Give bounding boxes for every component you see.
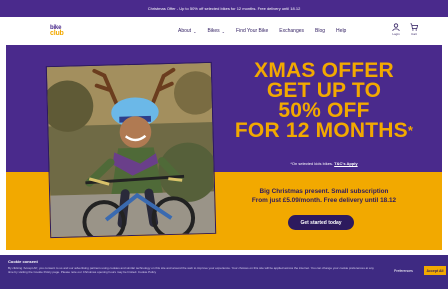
bike-club-logo[interactable]: bike club [50,25,72,38]
get-started-button[interactable]: Get started today [288,215,354,230]
headline-line-2: GET UP TO [266,79,382,102]
nav-item-label: Find Your Bike [236,28,269,34]
subheading-line-1: Big Christmas present. Small subscriptio… [259,188,389,195]
chevron-down-icon: ⌄ [221,28,226,34]
nav-item-about[interactable]: About ⌄ [178,28,196,34]
accept-cookies-button[interactable]: Accept All [424,266,446,275]
cookie-title: Cookie consent [8,259,38,264]
fine-print-text: *On selected kids bikes. [290,161,334,166]
headline-line-4-text: FOR 12 MONTHS [234,119,408,142]
headline-asterisk: * [407,123,414,138]
user-icon [392,23,400,31]
subheading-line-2: From just £5.09/month. Free delivery unt… [251,197,397,204]
nav-item-label: Blog [315,28,326,34]
nav-item-bikes[interactable]: Bikes ⌄ [207,28,225,34]
offer-fine-print: *On selected kids bikes. T&C's Apply [228,161,420,166]
nav-item-exchanges[interactable]: Exchanges [279,28,304,34]
cookie-text: By clicking 'Accept All', you consent to… [8,266,374,274]
hero-subheading: Big Christmas present. Small subscriptio… [228,187,420,205]
main-navigation: bike club About ⌄ Bikes ⌄ Find Your Bike… [0,17,448,45]
nav-item-label: About [178,28,192,34]
nav-item-help[interactable]: Help [336,28,346,34]
nav-item-label: Exchanges [279,28,305,34]
headline-line-4: FOR 12 MONTHS* [228,119,420,142]
headline-line-1: XMAS OFFER [254,59,394,82]
child-on-bike-photo [45,61,217,239]
nav-item-label: Bikes [207,28,220,34]
nav-item-label: Help [336,28,347,34]
nav-item-find-your-bike[interactable]: Find Your Bike [236,28,268,34]
cart-label: Cart [411,32,417,36]
login-label: Login [392,32,400,36]
account-icons: Login Cart [392,23,418,36]
nav-item-blog[interactable]: Blog [315,28,325,34]
photo-illustration [46,62,216,238]
announcement-text: Christmas Offer - Up to 50% off selected… [147,6,301,11]
login-button[interactable]: Login [392,23,400,36]
cookie-preferences-button[interactable]: Preferences [394,269,413,273]
headline-line-3: 50% OFF [278,99,370,122]
logo-line-2: club [50,30,64,37]
terms-link[interactable]: T&C's Apply [334,161,357,166]
cart-button[interactable]: Cart [410,23,418,36]
cart-icon [410,23,418,31]
cookie-consent-banner: Cookie consent By clicking 'Accept All',… [0,255,448,289]
announcement-bar: Christmas Offer - Up to 50% off selected… [0,0,448,17]
hero-banner: XMAS OFFER GET UP TO 50% OFF FOR 12 MONT… [6,45,442,250]
nav-menu: About ⌄ Bikes ⌄ Find Your Bike Exchanges… [178,28,346,34]
chevron-down-icon: ⌄ [193,28,197,34]
hero-headline: XMAS OFFER GET UP TO 50% OFF FOR 12 MONT… [228,59,420,142]
